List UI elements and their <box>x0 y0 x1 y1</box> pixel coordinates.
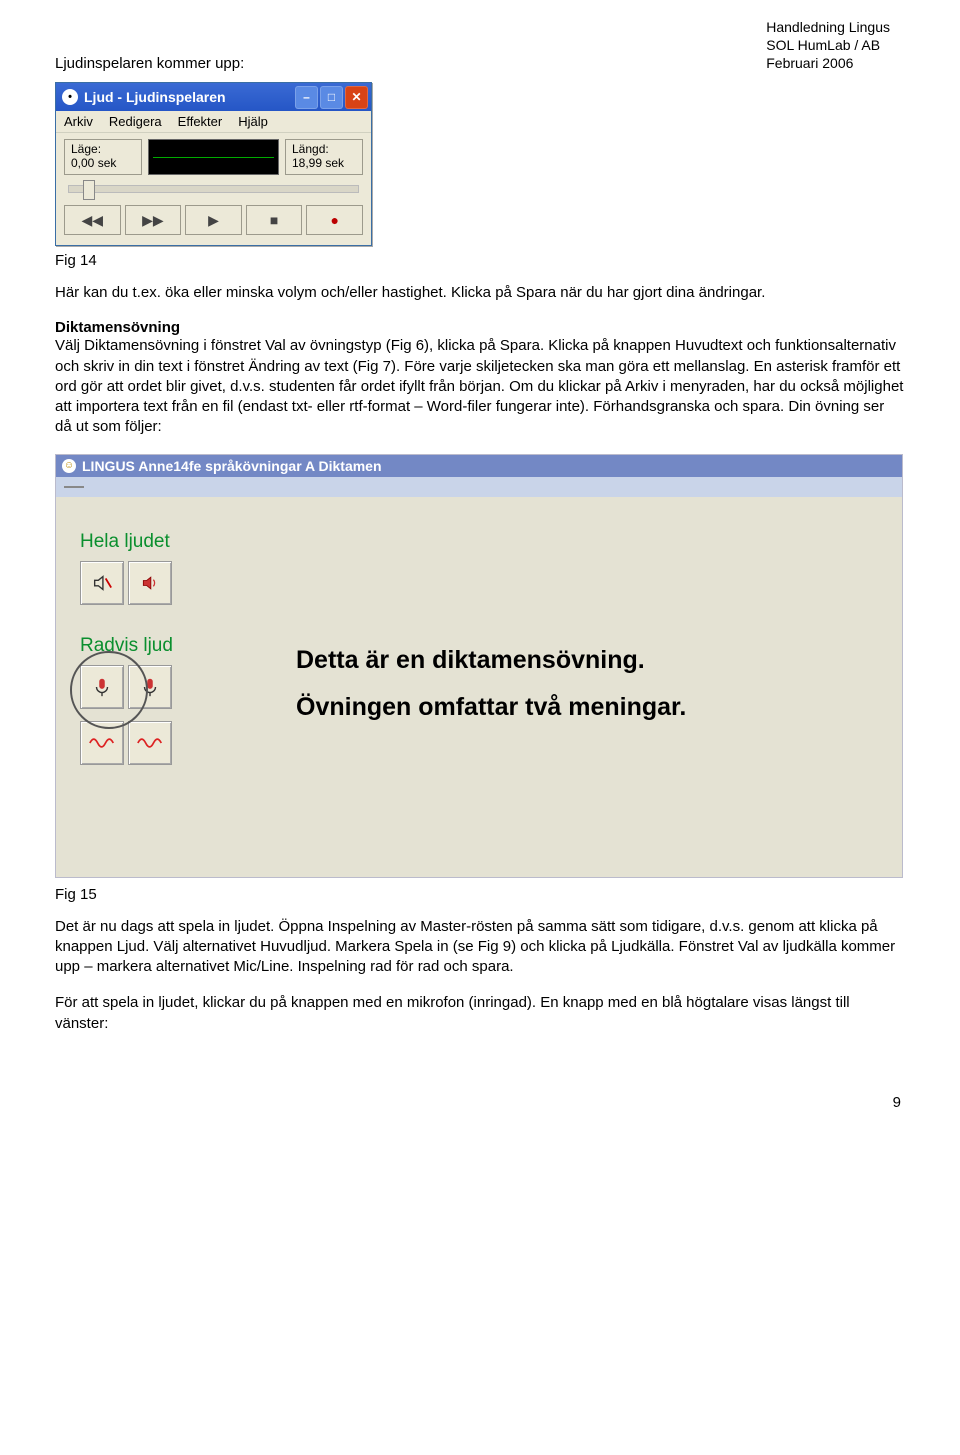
fig14-caption: Fig 14 <box>55 252 905 269</box>
menu-hjalp[interactable]: Hjälp <box>238 114 268 129</box>
record-button[interactable]: ● <box>306 205 363 235</box>
waveform-display <box>148 139 279 175</box>
paragraph-3: Det är nu dags att spela in ljudet. Öppn… <box>55 917 905 978</box>
wave-icon <box>137 736 163 750</box>
position-readout: Läge: 0,00 sek <box>64 139 142 175</box>
dictation-area: Detta är en diktamensövning. Övningen om… <box>296 637 686 732</box>
hela-ljudet-label: Hela ljudet <box>80 531 173 553</box>
microphone-button[interactable] <box>80 665 124 709</box>
fig15-menu-indicator <box>64 486 84 488</box>
header-line-3: Februari 2006 <box>766 54 890 72</box>
fastforward-button[interactable]: ▶▶ <box>125 205 182 235</box>
dictation-line-1: Detta är en diktamensövning. <box>296 637 686 685</box>
speaker-mute-icon <box>91 572 113 594</box>
app-icon: • <box>62 89 78 105</box>
length-label: Längd: <box>292 142 356 156</box>
section-heading: Diktamensövning <box>55 319 905 336</box>
rewind-button[interactable]: ◀◀ <box>64 205 121 235</box>
wave-left-button[interactable] <box>80 721 124 765</box>
microphone-icon <box>91 676 113 698</box>
wave-icon <box>89 736 115 750</box>
play-button[interactable]: ▶ <box>185 205 242 235</box>
menu-redigera[interactable]: Redigera <box>109 114 162 129</box>
dictation-line-2: Övningen omfattar två meningar. <box>296 684 686 732</box>
radvis-ljud-label: Radvis ljud <box>80 635 173 657</box>
menu-arkiv[interactable]: Arkiv <box>64 114 93 129</box>
titlebar: • Ljud - Ljudinspelaren – □ ✕ <box>56 83 371 111</box>
header-line-2: SOL HumLab / AB <box>766 36 890 54</box>
mute-button[interactable] <box>80 561 124 605</box>
menubar: Arkiv Redigera Effekter Hjälp <box>56 111 371 133</box>
doc-header: Handledning Lingus SOL HumLab / AB Febru… <box>766 18 890 73</box>
maximize-button[interactable]: □ <box>320 86 343 109</box>
seek-thumb[interactable] <box>83 180 95 200</box>
stop-button[interactable]: ■ <box>246 205 303 235</box>
page-number: 9 <box>55 1094 905 1111</box>
fig15-app-icon: ☺ <box>62 459 76 473</box>
fig15-titlebar: ☺ LINGUS Anne14fe språkövningar A Diktam… <box>56 455 902 477</box>
header-line-1: Handledning Lingus <box>766 18 890 36</box>
seek-slider[interactable] <box>68 185 359 193</box>
wave-right-button[interactable] <box>128 721 172 765</box>
fig15-window: ☺ LINGUS Anne14fe språkövningar A Diktam… <box>55 454 903 878</box>
microphone-icon <box>139 676 161 698</box>
paragraph-4: För att spela in ljudet, klickar du på k… <box>55 993 905 1034</box>
microphone-button-2[interactable] <box>128 665 172 709</box>
paragraph-2: Välj Diktamensövning i fönstret Val av ö… <box>55 336 905 437</box>
speaker-button[interactable] <box>128 561 172 605</box>
position-label: Läge: <box>71 142 135 156</box>
fig14-window: • Ljud - Ljudinspelaren – □ ✕ Arkiv Redi… <box>55 82 372 246</box>
paragraph-1: Här kan du t.ex. öka eller minska volym … <box>55 283 905 303</box>
position-value: 0,00 sek <box>71 156 116 170</box>
fig15-title-text: LINGUS Anne14fe språkövningar A Diktamen <box>82 458 382 474</box>
window-title: Ljud - Ljudinspelaren <box>84 89 226 105</box>
minimize-button[interactable]: – <box>295 86 318 109</box>
menu-effekter[interactable]: Effekter <box>178 114 223 129</box>
length-value: 18,99 sek <box>292 156 344 170</box>
fig15-caption: Fig 15 <box>55 886 905 903</box>
speaker-icon <box>140 573 160 593</box>
fig15-menustrip <box>56 477 902 497</box>
length-readout: Längd: 18,99 sek <box>285 139 363 175</box>
close-button[interactable]: ✕ <box>345 86 368 109</box>
